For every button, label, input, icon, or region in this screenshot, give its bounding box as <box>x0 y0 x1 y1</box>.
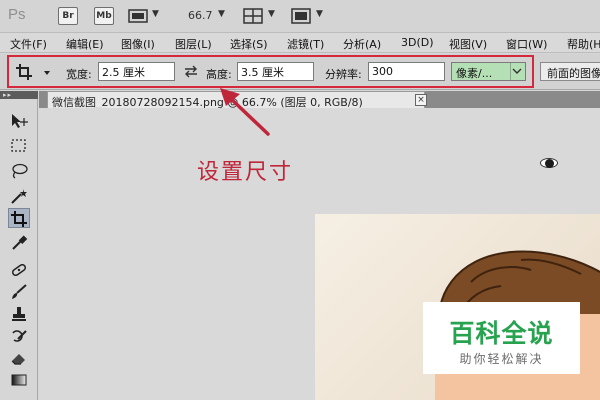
menu-layer[interactable]: 图层(L) <box>175 36 212 52</box>
magic-wand-icon <box>11 189 27 204</box>
cartoon-eye-illustration <box>540 158 558 168</box>
marquee-icon <box>11 139 26 152</box>
front-image-button[interactable]: 前面的图像 <box>540 62 600 81</box>
move-tool-button[interactable] <box>8 111 30 131</box>
quick-selection-tool-button[interactable] <box>8 186 30 206</box>
menu-analysis[interactable]: 分析(A) <box>343 36 381 52</box>
menu-bar: 文件(F) 编辑(E) 图像(I) 图层(L) 选择(S) 滤镜(T) 分析(A… <box>0 33 600 53</box>
eyedropper-tool-button[interactable] <box>8 233 30 253</box>
brush-icon <box>12 284 27 299</box>
film-strip-icon <box>128 9 148 23</box>
menu-window[interactable]: 窗口(W) <box>506 36 547 52</box>
watermark-title: 百科全说 <box>449 319 554 348</box>
lasso-icon <box>12 163 28 179</box>
menu-3d[interactable]: 3D(D) <box>401 36 434 49</box>
menu-view[interactable]: 视图(V) <box>449 36 487 52</box>
app-bar: Ps Br Mb ▼ 66.7 ▼ ▼ ▼ <box>0 0 600 33</box>
view-extras-button[interactable] <box>128 8 148 24</box>
history-brush-tool-button[interactable] <box>8 326 30 346</box>
move-arrow-icon <box>12 114 28 128</box>
eraser-icon <box>11 354 25 365</box>
menu-select[interactable]: 选择(S) <box>230 36 268 52</box>
close-icon[interactable]: × <box>415 94 427 106</box>
eraser-tool-button[interactable] <box>8 348 30 368</box>
healing-brush-tool-button[interactable] <box>8 260 30 280</box>
clone-stamp-tool-button[interactable] <box>8 304 30 324</box>
watermark-logo: 百科全说 助你轻松解决 <box>423 302 580 374</box>
eyedropper-icon <box>12 235 28 250</box>
crop-tool-button[interactable] <box>8 208 30 228</box>
screen-mode-caret-icon[interactable]: ▼ <box>316 9 323 19</box>
bandage-icon <box>11 263 27 277</box>
menu-edit[interactable]: 编辑(E) <box>66 36 104 52</box>
arrange-documents-button[interactable] <box>243 8 263 24</box>
gradient-icon <box>11 374 27 386</box>
panel-collapse-grip[interactable]: ▸▸ <box>0 91 38 99</box>
stamp-icon <box>12 307 26 321</box>
document-tab-bar: 微信截图_20180728092154.png @ 66.7% (图层 0, R… <box>39 91 600 109</box>
screen-mode-button[interactable] <box>291 8 311 24</box>
marquee-tool-button[interactable] <box>8 136 30 156</box>
watermark-subtitle: 助你轻松解决 <box>459 352 544 366</box>
tools-panel: ▸▸ <box>0 91 38 400</box>
mini-bridge-button[interactable]: Mb <box>94 7 114 25</box>
brush-tool-button[interactable] <box>8 282 30 302</box>
history-brush-icon <box>12 330 27 342</box>
zoom-caret-icon[interactable]: ▼ <box>218 9 225 19</box>
zoom-level[interactable]: 66.7 <box>188 9 213 22</box>
menu-filter[interactable]: 滤镜(T) <box>287 36 324 52</box>
view-extras-caret-icon[interactable]: ▼ <box>152 9 159 19</box>
photoshop-logo: Ps <box>8 6 26 23</box>
menu-file[interactable]: 文件(F) <box>10 36 47 52</box>
lasso-tool-button[interactable] <box>8 161 30 181</box>
arrange-grid-icon <box>243 8 263 24</box>
crop-icon <box>11 211 27 227</box>
screen-mode-icon <box>291 8 311 24</box>
arrange-caret-icon[interactable]: ▼ <box>268 9 275 19</box>
options-bar: 宽度: 高度: 分辨率: 像素/... 前面的图像 <box>0 54 600 90</box>
annotation-text: 设置尺寸 <box>197 160 294 185</box>
menu-help[interactable]: 帮助(H) <box>567 36 600 52</box>
annotation-arrow-icon <box>220 88 270 136</box>
bridge-button[interactable]: Br <box>58 7 78 25</box>
menu-image[interactable]: 图像(I) <box>121 36 155 52</box>
gradient-tool-button[interactable] <box>8 370 30 390</box>
